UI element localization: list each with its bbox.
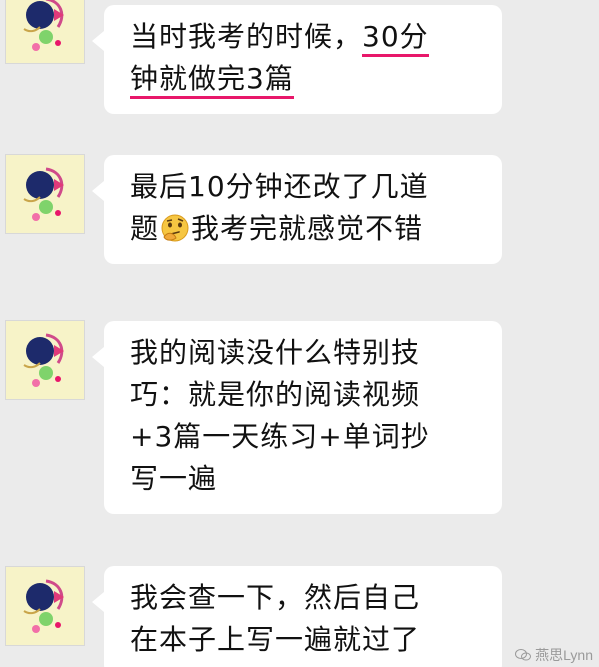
avatar[interactable]	[5, 0, 85, 64]
message-line: 写一遍	[130, 462, 218, 495]
cartoon-avatar-icon	[6, 321, 84, 399]
message-bubble[interactable]: 我会查一下，然后自己 在本子上写一遍就过了	[92, 566, 502, 667]
cartoon-avatar-icon	[6, 0, 84, 63]
underlined-text: 钟就做完3篇	[130, 62, 294, 99]
message-line: 我会查一下，然后自己	[130, 581, 421, 614]
message-bubble[interactable]: 我的阅读没什么特别技 巧：就是你的阅读视频 +3篇一天练习+单词抄 写一遍	[92, 321, 502, 514]
message-bubble[interactable]: 最后10分钟还改了几道 题 我考完就感觉不错	[92, 155, 502, 264]
avatar[interactable]	[5, 566, 85, 646]
wechat-icon	[515, 649, 532, 661]
message-text: 我考完就感觉不错	[191, 212, 424, 245]
avatar[interactable]	[5, 154, 85, 234]
message-bubble[interactable]: 当时我考的时候，30分 钟就做完3篇	[92, 5, 502, 114]
avatar[interactable]	[5, 320, 85, 400]
message-line: 我的阅读没什么特别技	[130, 336, 421, 369]
message-line: 题 我考完就感觉不错	[130, 208, 476, 250]
message-text: 题	[130, 212, 160, 245]
message-line: 在本子上写一遍就过了	[130, 623, 421, 656]
message-line: 最后10分钟还改了几道	[130, 170, 429, 203]
message-text: 当时我考的时候，	[130, 20, 363, 53]
message-line: 钟就做完3篇	[130, 58, 476, 100]
chat-conversation: 当时我考的时候，30分 钟就做完3篇 最后10分钟还改了几道 题 我考完就感觉不…	[0, 0, 599, 667]
underlined-text: 30分	[362, 20, 429, 57]
watermark: 燕思Lynn	[515, 645, 593, 665]
cartoon-avatar-icon	[6, 155, 84, 233]
watermark-text: 燕思Lynn	[535, 647, 593, 663]
message-line: +3篇一天练习+单词抄	[130, 420, 430, 453]
message-line: 巧：就是你的阅读视频	[130, 378, 421, 411]
cartoon-avatar-icon	[6, 567, 84, 645]
message-line: 当时我考的时候，30分	[130, 16, 476, 58]
thinking-emoji-icon	[161, 214, 189, 242]
